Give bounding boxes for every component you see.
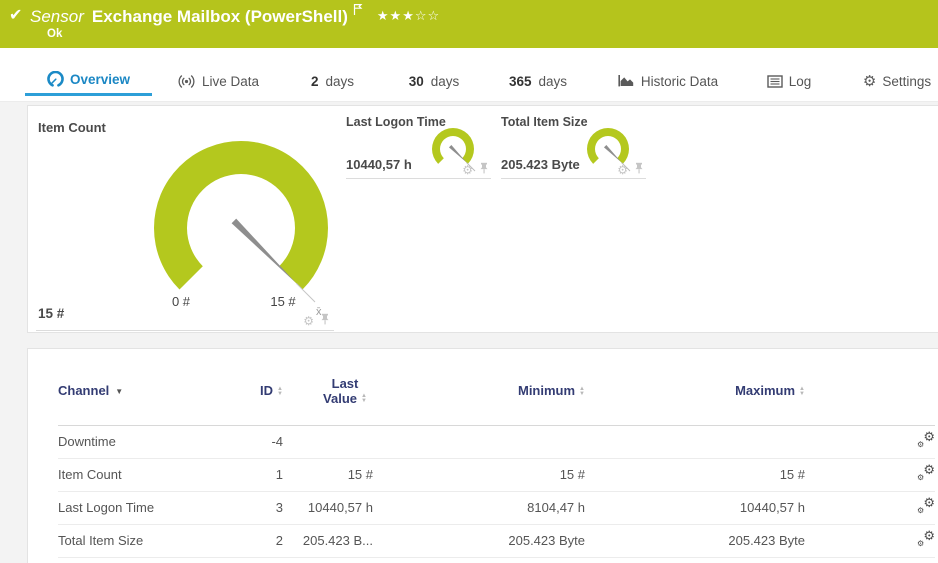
sort-icon[interactable]: ▲▼ [277, 387, 283, 397]
sort-icon[interactable]: ▲▼ [361, 394, 367, 404]
pin-icon[interactable] [634, 161, 644, 179]
tab-label: days [325, 74, 354, 89]
channel-maximum [585, 425, 805, 458]
sort-icon[interactable]: ▲▼ [799, 387, 805, 397]
gauge-icon [47, 71, 64, 88]
gauge-title: Item Count [38, 120, 106, 135]
tab-overview[interactable]: Overview [25, 66, 152, 96]
channel-id: 2 [249, 524, 283, 557]
stars-empty-icon[interactable]: ☆☆ [415, 8, 440, 23]
tab-30-days[interactable]: 30 days [398, 66, 470, 96]
tab-settings[interactable]: ⚙ Settings [856, 66, 938, 96]
channel-name: Total Item Size [58, 524, 249, 557]
channel-last-value: 15 # [283, 458, 373, 491]
column-header-actions [805, 361, 935, 425]
tab-label: Overview [70, 72, 130, 87]
channel-minimum: 8104,47 h [373, 491, 585, 524]
priority-stars[interactable]: ★★★☆☆ [377, 8, 440, 23]
gauge-value: 10440,57 h [346, 157, 412, 172]
tab-live-data[interactable]: Live Data [168, 66, 268, 96]
table-row: Last Logon Time 3 10440,57 h 8104,47 h 1… [58, 491, 935, 524]
edit-channel-gears-icon[interactable]: ⚙⚙ [916, 531, 935, 547]
channel-last-value: 205.423 B... [283, 524, 373, 557]
channel-minimum [373, 425, 585, 458]
channel-table-panel: Channel▼ ID▲▼ Last Value▲▼ Minimum▲▼ Max… [27, 348, 938, 563]
gauge-min-label: 0 # [156, 294, 206, 309]
tab-bar: Overview Live Data 2 days 30 days 365 da… [0, 48, 938, 102]
tab-historic-data[interactable]: Historic Data [608, 66, 728, 96]
gauge-settings-gear-icon[interactable]: ⚙ [303, 315, 314, 327]
gauges-panel: Item Count x̄ 0 # 15 # 15 # ⚙ Last Logon… [27, 105, 938, 333]
channel-maximum: 205.423 Byte [585, 524, 805, 557]
gauge-title: Total Item Size [501, 115, 588, 129]
tab-label-number: 2 [311, 74, 319, 89]
table-row: Downtime -4 ⚙⚙ [58, 425, 935, 458]
prtg-sensor-page: ✔ Sensor Exchange Mailbox (PowerShell) ★★★… [0, 0, 938, 563]
sensor-title: Exchange Mailbox (PowerShell) [92, 7, 348, 26]
priority-flag-icon[interactable] [353, 3, 363, 21]
column-header-channel[interactable]: Channel▼ [58, 361, 249, 425]
channel-id: 3 [249, 491, 283, 524]
tab-2-days[interactable]: 2 days [300, 66, 365, 96]
gauge-max-label: 15 # [258, 294, 308, 309]
gauge-value: 15 # [38, 306, 64, 321]
channel-minimum: 15 # [373, 458, 585, 491]
pin-icon[interactable] [479, 161, 489, 179]
channel-name: Downtime [58, 425, 249, 458]
channel-maximum: 10440,57 h [585, 491, 805, 524]
channel-minimum: 205.423 Byte [373, 524, 585, 557]
sensor-status-text: Ok [47, 28, 62, 40]
channel-name: Last Logon Time [58, 491, 249, 524]
channel-maximum: 15 # [585, 458, 805, 491]
gauge-tile-item-count: Item Count x̄ 0 # 15 # 15 # ⚙ [36, 112, 334, 331]
gauge-tile-last-logon-time: Last Logon Time 10440,57 h ⚙ [346, 113, 491, 179]
edit-channel-gears-icon[interactable]: ⚙⚙ [916, 465, 935, 481]
tab-label: days [539, 74, 568, 89]
channel-last-value [283, 425, 373, 458]
broadcast-icon [177, 74, 196, 89]
stars-filled-icon[interactable]: ★★★ [377, 8, 415, 23]
gauge-value: 205.423 Byte [501, 157, 580, 172]
gauge-settings-gear-icon[interactable]: ⚙ [462, 164, 473, 176]
table-header-row: Channel▼ ID▲▼ Last Value▲▼ Minimum▲▼ Max… [58, 361, 935, 425]
sort-icon[interactable]: ▲▼ [579, 387, 585, 397]
tab-label: Log [789, 74, 812, 89]
gauge-tile-total-item-size: Total Item Size 205.423 Byte ⚙ [501, 113, 646, 179]
channel-name: Item Count [58, 458, 249, 491]
status-ok-check-icon: ✔ [9, 5, 22, 25]
tab-label: days [431, 74, 460, 89]
tab-label: Live Data [202, 74, 259, 89]
tab-label: Settings [882, 74, 931, 89]
pin-icon[interactable] [320, 312, 330, 330]
tab-label-number: 365 [509, 74, 532, 89]
edit-channel-gears-icon[interactable]: ⚙⚙ [916, 498, 935, 514]
area-chart-icon [618, 74, 635, 88]
object-type-label: Sensor [30, 7, 84, 26]
channel-id: 1 [249, 458, 283, 491]
sensor-status-header: ✔ Sensor Exchange Mailbox (PowerShell) ★★★… [0, 0, 938, 48]
column-header-maximum[interactable]: Maximum▲▼ [585, 361, 805, 425]
gear-icon: ⚙ [863, 74, 876, 89]
tab-label: Historic Data [641, 74, 718, 89]
column-header-last-value[interactable]: Last Value▲▼ [283, 361, 373, 425]
gauge-settings-gear-icon[interactable]: ⚙ [617, 164, 628, 176]
channel-last-value: 10440,57 h [283, 491, 373, 524]
tab-365-days[interactable]: 365 days [498, 66, 578, 96]
log-list-icon [767, 75, 783, 88]
table-row: Total Item Size 2 205.423 B... 205.423 B… [58, 524, 935, 557]
sort-caret-icon[interactable]: ▼ [115, 387, 123, 396]
table-row: Item Count 1 15 # 15 # 15 # ⚙⚙ [58, 458, 935, 491]
channel-table: Channel▼ ID▲▼ Last Value▲▼ Minimum▲▼ Max… [58, 361, 935, 558]
edit-channel-gears-icon[interactable]: ⚙⚙ [916, 432, 935, 448]
tab-label-number: 30 [409, 74, 424, 89]
column-header-minimum[interactable]: Minimum▲▼ [373, 361, 585, 425]
channel-id: -4 [249, 425, 283, 458]
column-header-id[interactable]: ID▲▼ [249, 361, 283, 425]
tab-log[interactable]: Log [760, 66, 818, 96]
